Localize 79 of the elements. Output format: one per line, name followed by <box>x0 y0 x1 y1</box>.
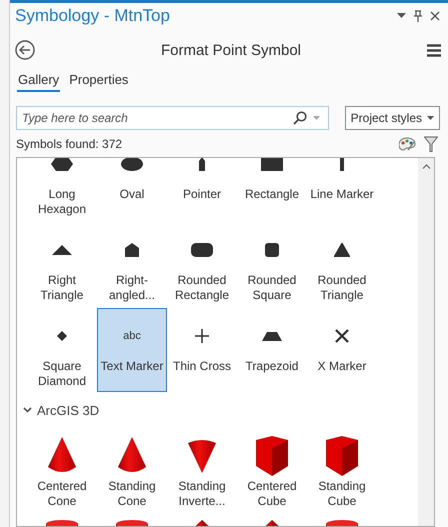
symbol-item[interactable]: Centered Cone <box>27 428 97 512</box>
symbol-item[interactable]: Rounded Rectangle <box>167 222 237 306</box>
palette-icon[interactable] <box>399 136 416 152</box>
close-icon[interactable] <box>430 10 440 20</box>
symbols-count: Symbols found: 372 <box>16 137 124 151</box>
symbol-label: Text Marker <box>100 359 164 374</box>
x-icon <box>335 329 349 343</box>
symbol-label: Standing Cube <box>317 479 367 509</box>
plus-icon <box>195 329 209 343</box>
triangle-icon <box>52 245 72 255</box>
chevron-icon[interactable] <box>23 407 32 413</box>
search-field[interactable]: Type here to search <box>16 106 329 130</box>
search-icon[interactable] <box>292 111 307 125</box>
cone-icon <box>47 437 77 475</box>
cone-icon <box>117 437 147 475</box>
symbol-item[interactable]: Right Triangle <box>27 222 97 306</box>
symbol-label: Oval <box>118 187 146 202</box>
symbol-label: Long Hexagon <box>36 187 88 217</box>
dropdown-caret-icon[interactable] <box>397 12 406 18</box>
symbol-item[interactable]: Standing Cone <box>97 428 167 512</box>
symbol-label: Rounded Square <box>246 273 298 303</box>
line-icon <box>340 158 344 171</box>
symbol-item[interactable]: Pointer <box>167 158 237 220</box>
symbol-label: Right-angled... <box>108 273 156 303</box>
cube-icon <box>324 436 360 476</box>
symbol-label: Rounded Triangle <box>316 273 368 303</box>
triangle-icon <box>334 243 350 257</box>
menu-icon[interactable] <box>427 44 441 56</box>
symbol-label: Rectangle <box>244 187 300 202</box>
symbol-item[interactable]: Trapezoid <box>237 308 307 392</box>
search-input[interactable]: Type here to search <box>22 111 287 125</box>
pentagon-icon <box>125 243 139 257</box>
symbol-item[interactable]: Rectangle <box>237 158 307 220</box>
cube-icon <box>254 436 290 476</box>
symbol-item[interactable]: Line Marker <box>307 158 377 220</box>
symbol-label: Right Triangle <box>40 273 84 303</box>
style-dropdown[interactable]: Project styles <box>344 106 440 130</box>
symbol-item[interactable]: Thin Cross <box>167 308 237 392</box>
symbol-label: Line Marker <box>309 187 375 202</box>
trapezoid-icon <box>262 332 282 340</box>
symbol-item[interactable]: Right-angled... <box>97 222 167 306</box>
symbol-label: Thin Cross <box>172 359 232 374</box>
symbol-label: Pointer <box>182 187 222 202</box>
panel-heading: Format Point Symbol <box>160 42 302 58</box>
symbol-label: Standing Cone <box>107 479 157 509</box>
panel-title: Symbology - MtnTop <box>15 6 171 26</box>
symbol-label: Centered Cube <box>246 479 298 509</box>
symbol-label: X Marker <box>316 359 368 374</box>
text-marker-glyph: abc <box>123 330 141 342</box>
long-hexagon-icon <box>51 158 73 171</box>
symbol-item[interactable]: X Marker <box>307 308 377 392</box>
symbol-item[interactable]: Standing Cube <box>307 428 377 512</box>
pin-icon[interactable] <box>414 10 422 22</box>
rounded-rectangle-icon <box>191 243 213 257</box>
symbol-label: Centered Cone <box>36 479 88 509</box>
tab[interactable]: Properties <box>68 70 130 92</box>
symbol-label: Standing Inverte... <box>177 479 227 509</box>
symbol-item[interactable]: Rounded Triangle <box>307 222 377 306</box>
tab[interactable]: Gallery <box>17 70 60 92</box>
symbol-item[interactable]: Centered Cube <box>237 428 307 512</box>
symbol-item[interactable]: Standing Inverte... <box>167 428 237 512</box>
caret-icon[interactable] <box>427 116 434 120</box>
filter-icon[interactable] <box>424 136 438 152</box>
symbol-item[interactable]: Square Diamond <box>27 308 97 392</box>
symbol-item[interactable]: Rounded Square <box>237 222 307 306</box>
symbol-label: Trapezoid <box>244 359 300 374</box>
inverted-cone-icon <box>187 439 217 473</box>
pointer-icon <box>199 158 205 171</box>
back-icon[interactable] <box>15 40 35 60</box>
rounded-square-icon <box>265 243 279 257</box>
scrollbar[interactable] <box>418 158 434 526</box>
diamond-icon <box>57 331 67 341</box>
symbol-label: Rounded Rectangle <box>174 273 230 303</box>
symbol-item[interactable]: Oval <box>97 158 167 220</box>
symbol-item[interactable]: Long Hexagon <box>27 158 97 220</box>
scroll-up-icon[interactable] <box>422 164 430 169</box>
symbol-label: Square Diamond <box>36 359 88 389</box>
group-header[interactable]: ArcGIS 3D <box>23 392 100 428</box>
symbol-item[interactable]: abc Text Marker <box>97 308 167 392</box>
